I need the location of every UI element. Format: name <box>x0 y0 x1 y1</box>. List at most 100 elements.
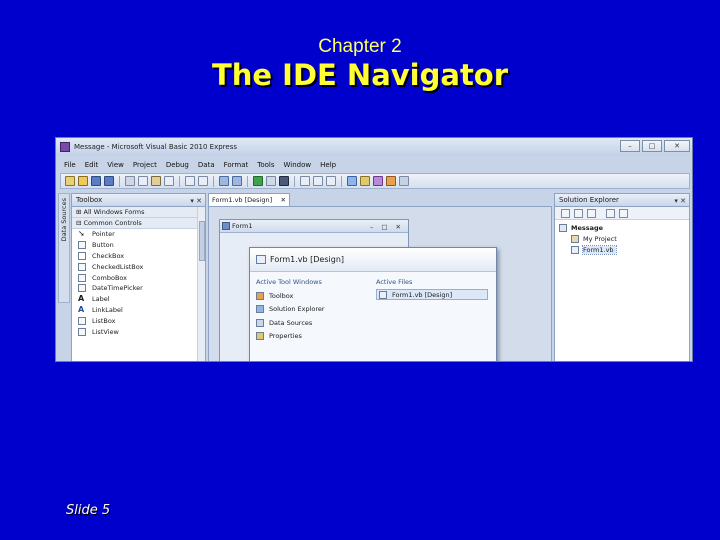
object-browser-icon[interactable] <box>373 176 383 186</box>
toolbar-options-icon[interactable] <box>399 176 409 186</box>
toolbox-item-button[interactable]: Button <box>72 240 205 251</box>
view-designer-icon[interactable] <box>619 208 628 218</box>
label-icon: A <box>78 294 85 304</box>
toolbar-separator <box>294 175 295 187</box>
step-into-icon[interactable] <box>300 176 310 186</box>
maximize-button[interactable]: □ <box>642 140 662 152</box>
minimize-button[interactable]: – <box>620 140 640 152</box>
ide-navigator: Form1.vb [Design] Active Tool Windows To… <box>249 247 497 361</box>
tab-form1-design[interactable]: Form1.vb [Design] ✕ <box>208 193 290 206</box>
tab-label: Form1.vb [Design] <box>212 196 273 204</box>
active-tool-windows-header: Active Tool Windows <box>256 278 322 286</box>
form1-titlebar: Form1 – □ ✕ <box>220 220 408 233</box>
toolbox-item-listbox[interactable]: ListBox <box>72 315 205 326</box>
toolbox-item-datetimepicker[interactable]: DateTimePicker <box>72 283 205 294</box>
toolbox-header: Toolbox ▾ ✕ <box>72 194 205 207</box>
close-button[interactable]: ✕ <box>664 140 690 152</box>
refresh-icon[interactable] <box>587 208 596 218</box>
solution-explorer-toolbar <box>555 207 689 220</box>
toolbox-item-combobox[interactable]: ComboBox <box>72 272 205 283</box>
combo-box-icon <box>78 273 86 282</box>
nav-item-data-sources[interactable]: Data Sources <box>256 316 325 330</box>
toolbox-pin-close[interactable]: ▾ ✕ <box>190 195 202 207</box>
ide-navigator-header: Form1.vb [Design] <box>250 248 496 272</box>
toolbar-separator <box>213 175 214 187</box>
toolbox-item-pointer[interactable]: ➘ Pointer <box>72 229 205 240</box>
comment-icon[interactable] <box>185 176 195 186</box>
undo-icon[interactable] <box>219 176 229 186</box>
tree-item-label: My Project <box>583 234 617 243</box>
save-all-icon[interactable] <box>104 176 114 186</box>
redo-icon[interactable] <box>232 176 242 186</box>
copy-icon[interactable] <box>138 176 148 186</box>
solution-explorer-icon[interactable] <box>347 176 357 186</box>
nav-item-label: Solution Explorer <box>269 305 325 314</box>
menu-format[interactable]: Format <box>224 161 249 169</box>
view-code-icon[interactable] <box>606 208 615 218</box>
nav-item-toolbox[interactable]: Toolbox <box>256 289 325 303</box>
data-sources-label: Data Sources <box>60 198 68 242</box>
menu-project[interactable]: Project <box>133 161 157 169</box>
save-icon[interactable] <box>91 176 101 186</box>
stop-icon[interactable] <box>279 176 289 186</box>
open-icon[interactable] <box>78 176 88 186</box>
toolbox-item-label: ListBox <box>92 316 116 325</box>
menu-window[interactable]: Window <box>284 161 312 169</box>
tree-item-my-project[interactable]: My Project <box>559 233 689 244</box>
delete-icon[interactable] <box>164 176 174 186</box>
start-debugging-icon[interactable] <box>253 176 263 186</box>
menu-file[interactable]: File <box>64 161 76 169</box>
menu-edit[interactable]: Edit <box>85 161 99 169</box>
designer-surface: Form1 – □ ✕ Form1.vb [Design] Active Too… <box>208 206 552 361</box>
menu-help[interactable]: Help <box>320 161 336 169</box>
new-project-icon[interactable] <box>65 176 75 186</box>
toolbox-title: Toolbox <box>76 196 103 204</box>
toolbox-group-common-controls[interactable]: ⊟ Common Controls <box>72 218 205 229</box>
toolbox-icon[interactable] <box>386 176 396 186</box>
designer-file-icon <box>256 255 266 264</box>
form-file-icon <box>571 245 579 254</box>
uncomment-icon[interactable] <box>198 176 208 186</box>
nav-item-solution-explorer[interactable]: Solution Explorer <box>256 303 325 317</box>
cut-icon[interactable] <box>125 176 135 186</box>
menu-view[interactable]: View <box>107 161 124 169</box>
solution-explorer-pin-close[interactable]: ▾ ✕ <box>674 195 686 207</box>
tree-item-form1-vb[interactable]: Form1.vb <box>559 244 689 255</box>
toolbox-scrollbar[interactable] <box>197 207 205 361</box>
slide-subtitle: Chapter 2 <box>318 36 402 57</box>
form1-title: Form1 <box>232 222 253 230</box>
toolbox-item-linklabel[interactable]: A LinkLabel <box>72 305 205 316</box>
toolbox-group-all-windows-forms[interactable]: ⊞ All Windows Forms <box>72 207 205 218</box>
properties-icon[interactable] <box>561 208 570 218</box>
toolbox-item-label: CheckBox <box>92 251 125 260</box>
tab-close-icon[interactable]: ✕ <box>281 194 286 206</box>
nav-file-form1-design[interactable]: Form1.vb [Design] <box>376 289 488 300</box>
step-over-icon[interactable] <box>313 176 323 186</box>
solution-explorer-header: Solution Explorer ▾ ✕ <box>555 194 689 207</box>
form-icon <box>222 222 230 230</box>
nav-item-properties[interactable]: Properties <box>256 330 325 344</box>
toolbox-item-label[interactable]: A Label <box>72 294 205 305</box>
data-sources-tab[interactable]: Data Sources <box>58 193 70 303</box>
toolbox-item-checkbox[interactable]: CheckBox <box>72 251 205 262</box>
menu-data[interactable]: Data <box>198 161 215 169</box>
toolbox-item-listview[interactable]: ListView <box>72 326 205 337</box>
toolbox-item-label: ComboBox <box>92 273 128 282</box>
pause-icon[interactable] <box>266 176 276 186</box>
slide-title: The IDE Navigator <box>211 58 509 92</box>
menu-tools[interactable]: Tools <box>257 161 274 169</box>
solution-explorer-panel: Solution Explorer ▾ ✕ Message My Project… <box>554 193 690 361</box>
step-out-icon[interactable] <box>326 176 336 186</box>
properties-icon <box>256 332 264 341</box>
properties-icon[interactable] <box>360 176 370 186</box>
menu-bar: File Edit View Project Debug Data Format… <box>56 158 692 172</box>
toolbox-item-label-text: Label <box>92 295 110 304</box>
paste-icon[interactable] <box>151 176 161 186</box>
show-all-files-icon[interactable] <box>574 208 583 218</box>
toolbox-scroll-thumb[interactable] <box>199 221 205 261</box>
ide-navigator-title: Form1.vb [Design] <box>270 255 345 264</box>
toolbox-item-checkedlistbox[interactable]: CheckedListBox <box>72 261 205 272</box>
solution-explorer-icon <box>256 305 264 314</box>
menu-debug[interactable]: Debug <box>166 161 189 169</box>
tree-item-message-project[interactable]: Message <box>559 222 689 233</box>
